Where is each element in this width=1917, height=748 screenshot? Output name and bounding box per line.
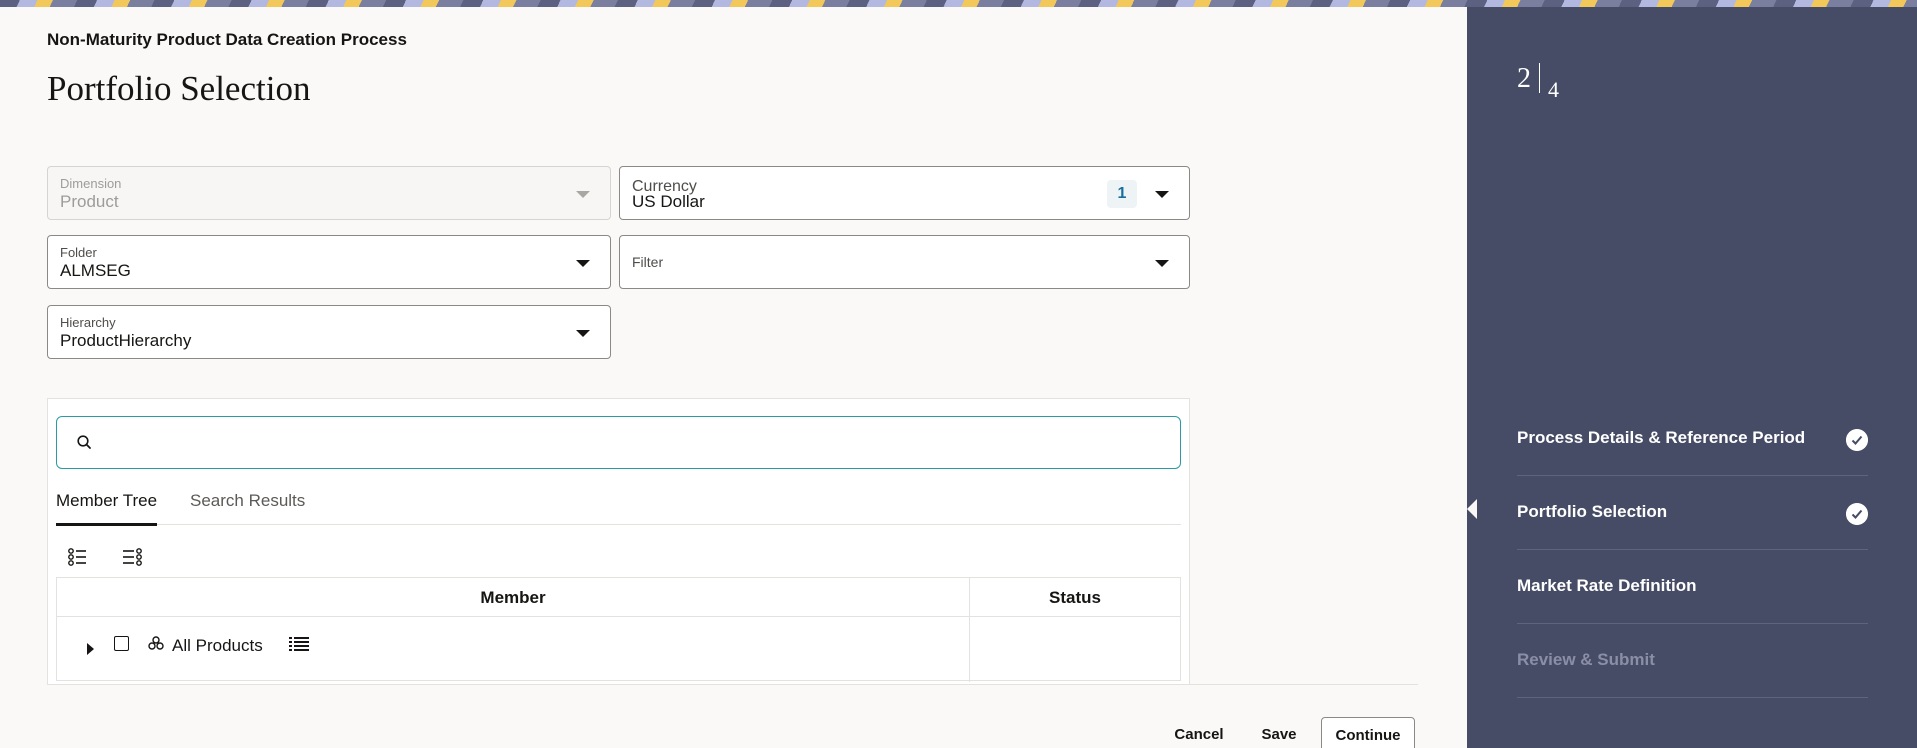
folder-label: Folder: [60, 245, 97, 260]
dimension-value: Product: [60, 192, 119, 211]
member-tabs: Member Tree Search Results: [56, 479, 1181, 526]
process-train-panel: 24 Process Details & Reference Period Po…: [1467, 7, 1917, 748]
train-step-portfolio-selection[interactable]: Portfolio Selection: [1517, 476, 1868, 550]
dimension-select: Dimension Product: [47, 166, 611, 220]
train-step-process-details[interactable]: Process Details & Reference Period: [1517, 402, 1868, 476]
member-search-input[interactable]: [107, 427, 1167, 459]
hierarchy-select[interactable]: Hierarchy ProductHierarchy: [47, 305, 611, 359]
member-search-box[interactable]: [56, 416, 1181, 469]
member-tree-panel: Member Tree Search Results Member Status: [47, 398, 1190, 685]
row-checkbox[interactable]: [114, 636, 129, 651]
total-steps-number: 4: [1548, 77, 1559, 102]
process-title: Non-Maturity Product Data Creation Proce…: [47, 30, 407, 49]
chevron-down-icon[interactable]: [1155, 260, 1169, 267]
member-grid: Member Status All Products: [56, 577, 1181, 682]
step-label: Process Details & Reference Period: [1517, 428, 1806, 447]
chevron-down-icon[interactable]: [576, 260, 590, 267]
dimension-label: Dimension: [60, 176, 122, 191]
currency-value: US Dollar: [632, 192, 705, 211]
chevron-down-icon[interactable]: [1155, 191, 1169, 198]
step-counter: 24: [1517, 63, 1559, 102]
chevron-down-icon[interactable]: [576, 330, 590, 337]
step-counter-divider: [1539, 63, 1540, 93]
collapse-list-icon[interactable]: [119, 544, 145, 570]
filter-label: Filter: [632, 254, 664, 270]
filter-select[interactable]: Filter: [619, 235, 1190, 289]
step-label: Portfolio Selection: [1517, 502, 1668, 521]
check-circle-icon: [1846, 503, 1868, 525]
continue-button[interactable]: Continue: [1321, 717, 1415, 748]
chevron-down-icon: [576, 191, 590, 198]
hierarchy-value: ProductHierarchy: [60, 331, 192, 350]
column-header-status: Status: [970, 578, 1180, 617]
search-icon: [77, 435, 91, 449]
currency-select[interactable]: Currency US Dollar 1: [619, 166, 1190, 220]
tab-member-tree[interactable]: Member Tree: [56, 491, 158, 526]
check-circle-icon: [1846, 429, 1868, 451]
step-label: Market Rate Definition: [1517, 576, 1697, 595]
train-step-market-rate-definition[interactable]: Market Rate Definition: [1517, 550, 1868, 624]
current-step-pointer: [1467, 499, 1477, 519]
list-details-icon[interactable]: [288, 635, 310, 653]
page-title: Portfolio Selection: [47, 69, 311, 108]
save-button[interactable]: Save: [1248, 717, 1310, 748]
selection-count-badge: 1: [1107, 180, 1137, 208]
row-member-label: All Products: [172, 636, 263, 655]
train-step-review-submit: Review & Submit: [1517, 624, 1868, 698]
decorative-banner: [0, 0, 1917, 7]
tab-search-results[interactable]: Search Results: [190, 491, 305, 523]
cancel-button[interactable]: Cancel: [1165, 717, 1233, 748]
hierarchy-node-icon: [148, 636, 164, 650]
folder-select[interactable]: Folder ALMSEG: [47, 235, 611, 289]
expand-arrow-icon[interactable]: [87, 643, 94, 655]
column-divider: [969, 578, 970, 682]
step-label: Review & Submit: [1517, 650, 1655, 669]
folder-value: ALMSEG: [60, 261, 131, 280]
hierarchy-label: Hierarchy: [60, 315, 116, 330]
footer-divider: [47, 684, 1418, 685]
current-step-number: 2: [1517, 63, 1531, 94]
expand-list-icon[interactable]: [65, 544, 91, 570]
column-header-member: Member: [57, 578, 969, 617]
main-content: Non-Maturity Product Data Creation Proce…: [0, 7, 1467, 748]
